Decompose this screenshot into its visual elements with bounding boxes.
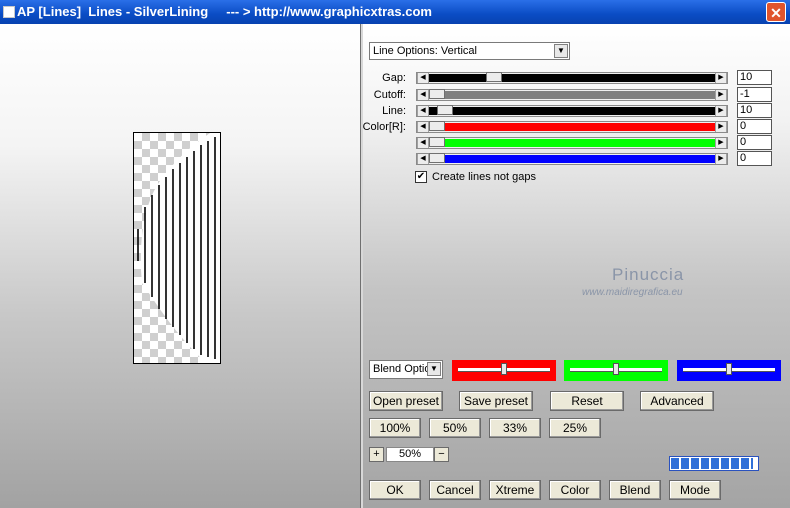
color-red-slider[interactable]: ◀ ▶ [416, 121, 728, 133]
zoom-25-button[interactable]: 25% [549, 418, 601, 438]
red-blend-slider[interactable] [452, 360, 556, 381]
slider-track[interactable] [429, 91, 715, 99]
color-blue-slider[interactable]: ◀ ▶ [416, 153, 728, 165]
zoom-in-button[interactable]: + [369, 447, 384, 462]
line-options-select[interactable]: Line Options: Vertical ▼ [369, 42, 570, 60]
blend-options-select[interactable]: Blend Optio ▼ [369, 360, 443, 379]
watermark-site: www.maidiregrafica.eu [582, 287, 683, 298]
create-lines-checkbox[interactable]: ✔ [415, 171, 427, 183]
chevron-down-icon[interactable]: ▼ [554, 44, 568, 58]
arrow-right-icon[interactable]: ▶ [715, 90, 727, 100]
cancel-button[interactable]: Cancel [429, 480, 481, 500]
slider-thumb[interactable] [429, 89, 445, 99]
slider-track[interactable] [429, 107, 715, 115]
blend-options-value: Blend Optio [373, 363, 427, 375]
arrow-left-icon[interactable]: ◀ [417, 106, 429, 116]
arrow-left-icon[interactable]: ◀ [417, 122, 429, 132]
watermark-name: Pinuccia [612, 265, 685, 284]
zoom-out-button[interactable]: − [434, 447, 449, 462]
slider-thumb[interactable] [429, 121, 445, 131]
progress-bar [669, 456, 759, 471]
checkmark-icon: ✔ [416, 171, 426, 182]
line-options-value: Line Options: Vertical [373, 45, 477, 57]
line-slider[interactable]: ◀ ▶ [416, 105, 728, 117]
color-green-value[interactable]: 0 [737, 135, 772, 150]
arrow-left-icon[interactable]: ◀ [417, 90, 429, 100]
preview-image [133, 132, 221, 364]
slider-thumb[interactable] [429, 137, 445, 147]
arrow-right-icon[interactable]: ▶ [715, 122, 727, 132]
app-icon [3, 6, 15, 18]
slider-track[interactable] [429, 155, 715, 163]
title-bar: AP [Lines] Lines - SilverLining --- > ht… [0, 0, 790, 24]
arrow-right-icon[interactable]: ▶ [715, 73, 727, 83]
slider-thumb[interactable] [437, 105, 454, 115]
gap-value[interactable]: 10 [737, 70, 772, 85]
save-preset-button[interactable]: Save preset [459, 391, 533, 411]
reset-button[interactable]: Reset [550, 391, 624, 411]
color-button[interactable]: Color [549, 480, 601, 500]
color-blue-value[interactable]: 0 [737, 151, 772, 166]
open-preset-button[interactable]: Open preset [369, 391, 443, 411]
zoom-50-button[interactable]: 50% [429, 418, 481, 438]
zoom-33-button[interactable]: 33% [489, 418, 541, 438]
slider-thumb[interactable] [485, 72, 502, 82]
zoom-level-input[interactable]: 50% [386, 447, 434, 462]
slider-knob[interactable] [613, 363, 619, 375]
slider-track[interactable] [429, 74, 715, 82]
progress-fill [671, 458, 753, 469]
xtreme-button[interactable]: Xtreme [489, 480, 541, 500]
gap-label: Gap: [382, 72, 406, 84]
arrow-left-icon[interactable]: ◀ [417, 154, 429, 164]
arrow-left-icon[interactable]: ◀ [417, 73, 429, 83]
arrow-right-icon[interactable]: ▶ [715, 138, 727, 148]
close-button[interactable]: ✕ [766, 2, 786, 22]
cutoff-slider[interactable]: ◀ ▶ [416, 89, 728, 101]
arrow-right-icon[interactable]: ▶ [715, 154, 727, 164]
window-title: AP [Lines] Lines - SilverLining --- > ht… [17, 4, 432, 19]
cutoff-value[interactable]: -1 [737, 87, 772, 102]
slider-knob[interactable] [501, 363, 507, 375]
advanced-button[interactable]: Advanced [640, 391, 714, 411]
arrow-right-icon[interactable]: ▶ [715, 106, 727, 116]
mode-button[interactable]: Mode [669, 480, 721, 500]
color-red-value[interactable]: 0 [737, 119, 772, 134]
line-value[interactable]: 10 [737, 103, 772, 118]
green-blend-slider[interactable] [564, 360, 668, 381]
blue-blend-slider[interactable] [677, 360, 781, 381]
slider-track[interactable] [429, 123, 715, 131]
slider-track[interactable] [429, 139, 715, 147]
create-lines-label: Create lines not gaps [432, 171, 536, 183]
zoom-100-button[interactable]: 100% [369, 418, 421, 438]
arrow-left-icon[interactable]: ◀ [417, 138, 429, 148]
color-red-label: Color[R]: [362, 121, 406, 133]
gap-slider[interactable]: ◀ ▶ [416, 72, 728, 84]
line-label: Line: [382, 105, 406, 117]
ok-button[interactable]: OK [369, 480, 421, 500]
blend-button[interactable]: Blend [609, 480, 661, 500]
cutoff-label: Cutoff: [373, 89, 406, 101]
slider-thumb[interactable] [429, 153, 445, 163]
chevron-down-icon[interactable]: ▼ [427, 362, 441, 376]
slider-knob[interactable] [726, 363, 732, 375]
color-green-slider[interactable]: ◀ ▶ [416, 137, 728, 149]
preview-lines [134, 133, 220, 363]
